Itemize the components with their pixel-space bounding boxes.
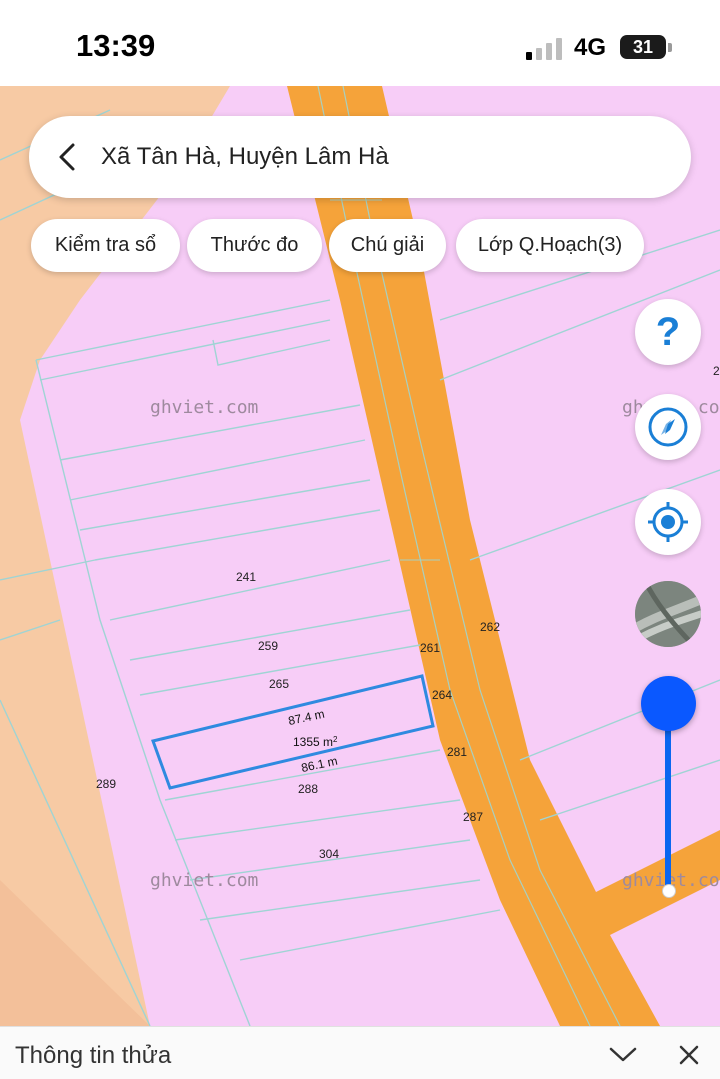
parcel-area: 1355 m2 <box>293 735 338 750</box>
parcel-label: 288 <box>298 782 318 796</box>
location-search-bar[interactable]: Xã Tân Hà, Huyện Lâm Hà <box>29 116 691 198</box>
parcel-label: 241 <box>236 570 256 584</box>
check-certificate-chip[interactable]: Kiểm tra sổ <box>31 219 180 272</box>
planning-layer-chip[interactable]: Lớp Q.Hoạch(3) <box>456 219 644 272</box>
help-icon: ? <box>655 310 681 354</box>
compass-icon <box>648 407 688 447</box>
status-bar: 13:39 4G 31 <box>0 0 720 86</box>
ruler-chip[interactable]: Thước đo <box>187 219 322 272</box>
parcel-label: 287 <box>463 810 483 824</box>
opacity-slider-track[interactable] <box>665 706 671 894</box>
parcel-label: 259 <box>258 639 278 653</box>
opacity-slider-knob[interactable] <box>641 676 696 731</box>
watermark: ghviet.com <box>150 870 258 891</box>
parcel-area-value: 1355 m <box>293 735 333 749</box>
watermark: ghviet.com <box>150 397 258 418</box>
parcel-label: 289 <box>96 777 116 791</box>
satellite-layer-thumbnail[interactable] <box>635 581 701 647</box>
parcel-label: 2 <box>713 364 720 378</box>
my-location-button[interactable] <box>635 489 701 555</box>
parcel-label: 264 <box>432 688 452 702</box>
clock: 13:39 <box>76 28 156 63</box>
parcel-label: 281 <box>447 745 467 759</box>
network-type: 4G <box>574 34 607 61</box>
battery-tip <box>668 43 672 52</box>
chevron-down-icon[interactable] <box>608 1045 638 1065</box>
sheet-title: Thông tin thửa <box>15 1042 172 1069</box>
parcel-area-unit-sup: 2 <box>333 735 338 744</box>
signal-icon <box>526 38 562 60</box>
help-button[interactable]: ? <box>635 299 701 365</box>
parcel-label: 304 <box>319 847 339 861</box>
legend-chip[interactable]: Chú giải <box>329 219 446 272</box>
compass-button[interactable] <box>635 394 701 460</box>
close-icon[interactable] <box>678 1044 700 1066</box>
locate-icon <box>648 502 688 542</box>
location-title: Xã Tân Hà, Huyện Lâm Hà <box>101 143 389 170</box>
opacity-slider-end <box>662 884 676 898</box>
parcel-label: 262 <box>480 620 500 634</box>
parcel-label: 265 <box>269 677 289 691</box>
parcel-label: 261 <box>420 641 440 655</box>
battery-icon: 31 <box>620 35 666 59</box>
back-arrow-icon[interactable] <box>53 140 83 174</box>
parcel-info-sheet[interactable]: Thông tin thửa <box>0 1026 720 1079</box>
